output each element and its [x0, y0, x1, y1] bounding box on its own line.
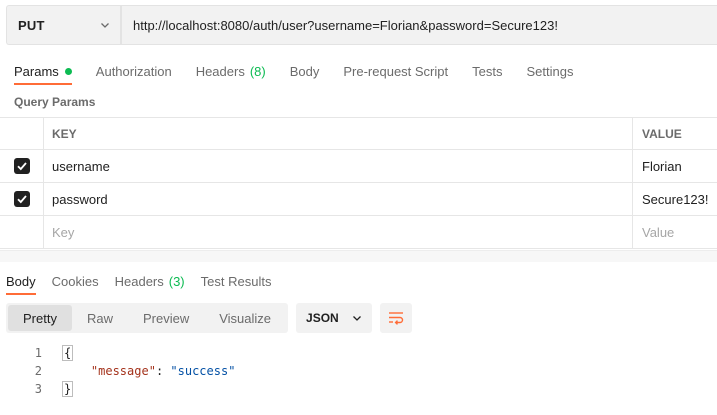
- json-brace: }: [62, 381, 74, 397]
- param-key-input[interactable]: password: [44, 183, 633, 215]
- tab-authorization[interactable]: Authorization: [96, 60, 172, 82]
- method-label: PUT: [18, 17, 45, 33]
- tab-response-headers[interactable]: Headers (3): [115, 270, 185, 292]
- code-line: 2 "message": "success": [0, 362, 717, 380]
- param-checkbox[interactable]: [13, 158, 30, 174]
- tab-label: Tests: [472, 63, 503, 79]
- column-value-header: VALUE: [642, 126, 682, 141]
- response-body-code: 1 { 2 "message": "success" 3 }: [0, 344, 717, 398]
- json-brace: {: [62, 345, 74, 361]
- tab-cookies[interactable]: Cookies: [52, 270, 99, 292]
- tab-pre-request-script[interactable]: Pre-request Script: [343, 60, 448, 82]
- param-value-input[interactable]: Florian: [633, 150, 717, 182]
- line-number: 3: [34, 382, 42, 396]
- method-select[interactable]: PUT: [6, 5, 120, 45]
- request-bar: PUT http://localhost:8080/auth/user?user…: [6, 5, 717, 45]
- param-checkbox[interactable]: [13, 191, 30, 207]
- request-tabs: Params Authorization Headers (8) Body Pr…: [14, 60, 597, 86]
- status-dot-icon: [64, 67, 72, 75]
- tab-label: Body: [6, 273, 36, 289]
- tab-params[interactable]: Params: [14, 60, 72, 85]
- tab-test-results[interactable]: Test Results: [201, 270, 272, 292]
- table-row-empty: Key Value: [0, 216, 717, 249]
- headers-count: (3): [168, 273, 185, 289]
- tab-label: Test Results: [200, 273, 272, 289]
- response-tabs: Body Cookies Headers (3) Test Results: [6, 270, 287, 295]
- code-line: 3 }: [0, 380, 717, 398]
- view-mode-group: Pretty Raw Preview Visualize: [6, 303, 289, 333]
- line-number: 2: [34, 364, 42, 378]
- chevron-down-icon: [101, 23, 109, 28]
- param-value-input[interactable]: Secure123!: [633, 183, 717, 215]
- url-input[interactable]: http://localhost:8080/auth/user?username…: [121, 5, 717, 45]
- tab-tests[interactable]: Tests: [472, 60, 502, 82]
- wrap-lines-icon: [389, 312, 404, 325]
- visualize-button[interactable]: Visualize: [204, 305, 286, 331]
- param-key-input[interactable]: username: [44, 150, 633, 182]
- query-params-title: Query Params: [14, 95, 96, 109]
- chevron-down-icon: [353, 316, 361, 321]
- code-line: 1 {: [0, 344, 717, 362]
- tab-headers[interactable]: Headers (8): [196, 60, 266, 82]
- table-row: password Secure123!: [0, 183, 717, 216]
- row-check-cell: [0, 150, 44, 182]
- code-text: {: [62, 345, 74, 361]
- table-header: KEY VALUE: [0, 117, 717, 150]
- format-select[interactable]: JSON: [296, 303, 373, 333]
- json-key: "message": [90, 364, 156, 378]
- panel-divider: [0, 250, 717, 262]
- json-separator: :: [155, 364, 171, 378]
- wrap-lines-button[interactable]: [380, 303, 413, 333]
- new-key-input[interactable]: Key: [44, 216, 633, 248]
- tab-label: Cookies: [51, 273, 99, 289]
- tab-label: Pre-request Script: [343, 63, 449, 79]
- raw-button[interactable]: Raw: [72, 305, 128, 331]
- column-key-header: KEY: [44, 118, 633, 149]
- tab-label: Settings: [526, 63, 574, 79]
- code-text: }: [62, 381, 74, 397]
- json-value: "success": [170, 364, 236, 378]
- row-check-cell: [0, 183, 44, 215]
- response-toolbar: Pretty Raw Preview Visualize JSON: [6, 303, 413, 333]
- header-check-cell: [0, 118, 44, 149]
- tab-label: Params: [14, 63, 59, 79]
- checkmark-icon: [16, 195, 27, 204]
- preview-button[interactable]: Preview: [128, 305, 204, 331]
- new-value-input[interactable]: Value: [633, 216, 717, 248]
- tab-label: Headers: [114, 273, 164, 289]
- format-label: JSON: [306, 311, 339, 325]
- row-check-cell: [0, 216, 44, 248]
- tab-label: Headers: [195, 63, 245, 79]
- tab-response-body[interactable]: Body: [6, 270, 36, 295]
- query-params-table: KEY VALUE username Florian password Secu…: [0, 117, 717, 249]
- tab-label: Body: [289, 63, 320, 79]
- tab-settings[interactable]: Settings: [526, 60, 573, 82]
- pretty-button[interactable]: Pretty: [8, 305, 72, 331]
- tab-label: Authorization: [95, 63, 172, 79]
- tab-body[interactable]: Body: [290, 60, 320, 82]
- code-text: "message": "success": [62, 364, 236, 378]
- headers-count: (8): [249, 63, 266, 79]
- line-number: 1: [34, 346, 42, 360]
- checkmark-icon: [16, 162, 27, 171]
- table-row: username Florian: [0, 150, 717, 183]
